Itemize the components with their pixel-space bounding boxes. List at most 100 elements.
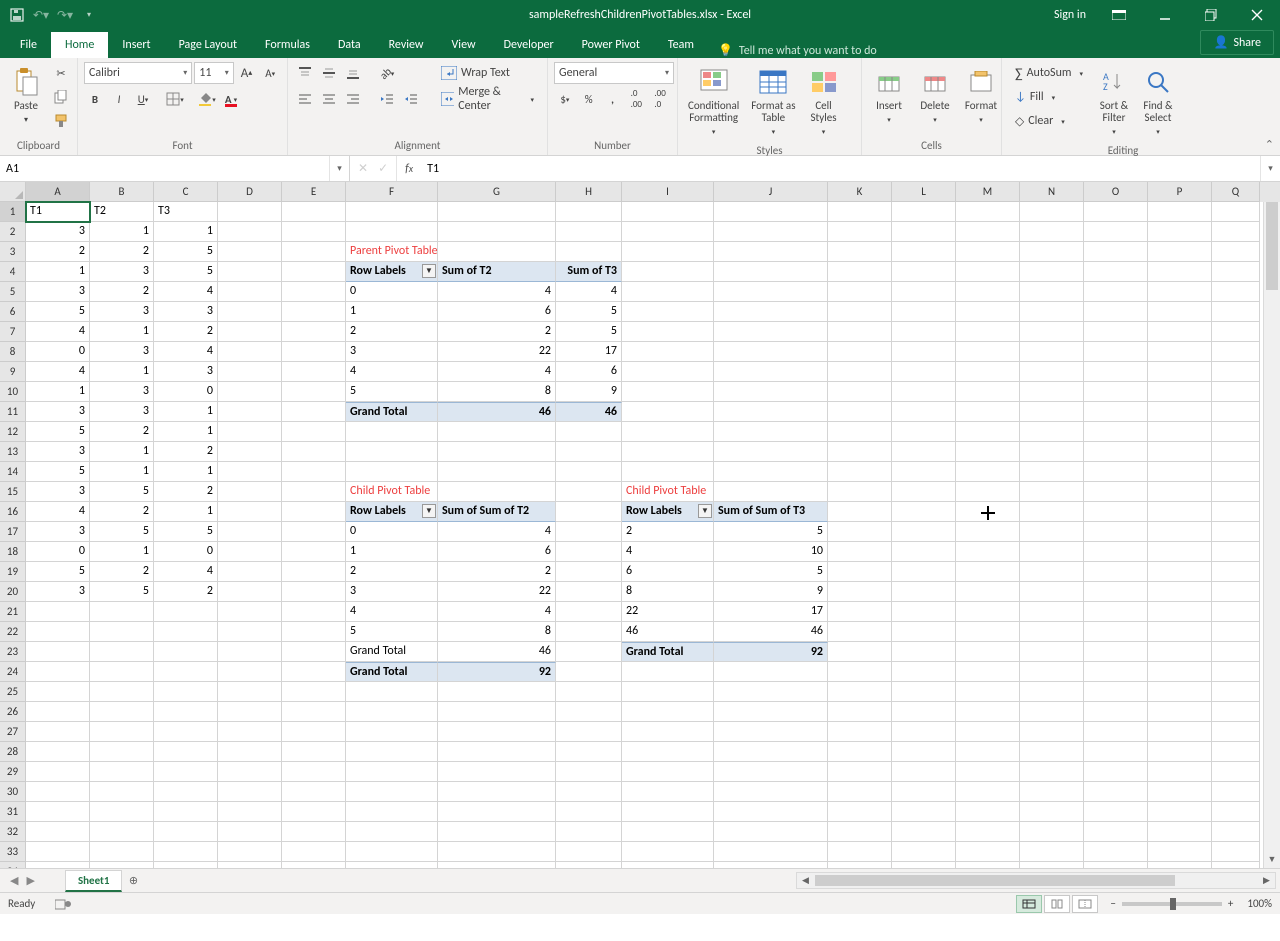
- cell[interactable]: [218, 842, 282, 862]
- cell[interactable]: [956, 402, 1020, 422]
- cell[interactable]: [1020, 682, 1084, 702]
- cell[interactable]: [1020, 302, 1084, 322]
- cell[interactable]: [154, 662, 218, 682]
- cell[interactable]: [1020, 702, 1084, 722]
- cell[interactable]: [1020, 782, 1084, 802]
- cell[interactable]: [556, 602, 622, 622]
- cell[interactable]: [438, 242, 556, 262]
- name-box-dropdown-icon[interactable]: ▾: [329, 156, 349, 181]
- font-name-combo[interactable]: Calibri▾: [84, 62, 192, 84]
- cell[interactable]: 5: [90, 582, 154, 602]
- cell[interactable]: 3: [90, 402, 154, 422]
- cell[interactable]: [438, 762, 556, 782]
- share-button[interactable]: 👤 Share: [1200, 30, 1274, 55]
- horizontal-scrollbar[interactable]: ◀ ▶: [796, 872, 1276, 889]
- cell[interactable]: [282, 682, 346, 702]
- cell[interactable]: [1020, 582, 1084, 602]
- cell[interactable]: [956, 822, 1020, 842]
- row-header[interactable]: 20: [0, 582, 26, 602]
- tab-formulas[interactable]: Formulas: [251, 32, 324, 58]
- cell[interactable]: T1: [26, 202, 90, 222]
- cell[interactable]: [282, 522, 346, 542]
- cell[interactable]: [1020, 402, 1084, 422]
- bold-button[interactable]: B: [84, 88, 106, 110]
- cell[interactable]: Parent Pivot Table: [346, 242, 438, 262]
- cell[interactable]: [26, 762, 90, 782]
- cell[interactable]: 22: [438, 342, 556, 362]
- cell[interactable]: [1020, 602, 1084, 622]
- cell[interactable]: [218, 682, 282, 702]
- cell[interactable]: [90, 662, 154, 682]
- cell[interactable]: [218, 522, 282, 542]
- cell[interactable]: [218, 442, 282, 462]
- minimize-icon[interactable]: [1142, 0, 1188, 30]
- decrease-decimal-button[interactable]: .00.0: [649, 88, 671, 110]
- cell[interactable]: 4: [438, 282, 556, 302]
- cell[interactable]: [556, 462, 622, 482]
- cell[interactable]: [1020, 362, 1084, 382]
- cell[interactable]: 4: [346, 602, 438, 622]
- cell[interactable]: [892, 822, 956, 842]
- cell[interactable]: [828, 562, 892, 582]
- cell[interactable]: [828, 542, 892, 562]
- cell[interactable]: 2: [438, 322, 556, 342]
- cell[interactable]: [154, 602, 218, 622]
- cell[interactable]: [282, 782, 346, 802]
- cell[interactable]: [1212, 202, 1260, 222]
- sheet-nav-next-icon[interactable]: ▶: [26, 874, 34, 887]
- cell[interactable]: 46: [556, 402, 622, 422]
- cell[interactable]: [346, 722, 438, 742]
- scroll-down-icon[interactable]: ▼: [1264, 851, 1280, 868]
- cell[interactable]: 4: [346, 362, 438, 382]
- cell[interactable]: 2: [346, 562, 438, 582]
- cell[interactable]: [828, 342, 892, 362]
- cell[interactable]: 46: [622, 622, 714, 642]
- cell[interactable]: [1084, 382, 1148, 402]
- cell[interactable]: 6: [556, 362, 622, 382]
- cell[interactable]: [1084, 262, 1148, 282]
- cell[interactable]: [26, 782, 90, 802]
- cell[interactable]: [26, 842, 90, 862]
- align-center-button[interactable]: [318, 88, 340, 110]
- insert-cells-button[interactable]: Insert▾: [868, 62, 910, 130]
- cell[interactable]: [1212, 382, 1260, 402]
- cell[interactable]: [1212, 862, 1260, 868]
- cell[interactable]: [282, 582, 346, 602]
- cell[interactable]: 22: [438, 582, 556, 602]
- column-header[interactable]: O: [1084, 182, 1148, 202]
- cell[interactable]: [1212, 282, 1260, 302]
- cell[interactable]: 5: [26, 422, 90, 442]
- formula-input[interactable]: [421, 156, 1260, 181]
- cell[interactable]: [1212, 602, 1260, 622]
- cell[interactable]: [622, 442, 714, 462]
- select-all-corner[interactable]: [0, 182, 26, 202]
- cell[interactable]: [1084, 322, 1148, 342]
- cell[interactable]: [1084, 602, 1148, 622]
- cell[interactable]: 6: [622, 562, 714, 582]
- cell[interactable]: [1084, 222, 1148, 242]
- cell[interactable]: [828, 862, 892, 868]
- cell[interactable]: [282, 862, 346, 868]
- cell[interactable]: [892, 422, 956, 442]
- cell[interactable]: 9: [556, 382, 622, 402]
- cell[interactable]: [218, 242, 282, 262]
- cell[interactable]: [1020, 262, 1084, 282]
- cell[interactable]: [218, 562, 282, 582]
- cell[interactable]: [1212, 662, 1260, 682]
- cell[interactable]: [346, 742, 438, 762]
- cell[interactable]: [1212, 622, 1260, 642]
- cell[interactable]: [556, 202, 622, 222]
- copy-button[interactable]: [50, 86, 72, 108]
- cell[interactable]: 1: [90, 362, 154, 382]
- cell[interactable]: [26, 622, 90, 642]
- fx-icon[interactable]: fx: [397, 156, 421, 181]
- cell[interactable]: [892, 782, 956, 802]
- cell[interactable]: T3: [154, 202, 218, 222]
- cell[interactable]: [622, 402, 714, 422]
- cell[interactable]: [1020, 862, 1084, 868]
- cell[interactable]: [956, 462, 1020, 482]
- cell[interactable]: [892, 762, 956, 782]
- cell[interactable]: [282, 342, 346, 362]
- cell[interactable]: [1020, 242, 1084, 262]
- cell[interactable]: Row Labels▼: [346, 262, 438, 282]
